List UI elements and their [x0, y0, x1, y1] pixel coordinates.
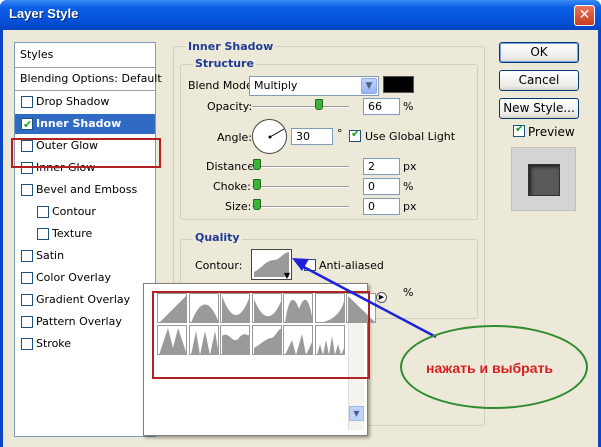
style-item[interactable]: Pattern Overlay [15, 312, 155, 332]
noise-unit: % [403, 286, 414, 299]
new-style-button[interactable]: New Style... [499, 98, 579, 119]
style-item-checkbox[interactable] [21, 338, 33, 350]
opacity-label: Opacity: [207, 100, 253, 113]
distance-label: Distance: [206, 160, 258, 173]
use-global-light-checkbox[interactable] [349, 127, 361, 142]
style-item-checkbox[interactable] [21, 184, 33, 196]
highlight-box-inner-shadow [11, 138, 161, 168]
choke-label: Choke: [213, 180, 251, 193]
style-item-label: Inner Shadow [36, 117, 122, 130]
size-input[interactable]: 0 [363, 198, 400, 215]
angle-input[interactable]: 30 [291, 128, 333, 145]
choke-slider[interactable] [252, 186, 349, 188]
preview-box [511, 147, 576, 211]
blend-mode-value: Multiply [254, 79, 298, 92]
preview-checkbox[interactable] [513, 122, 525, 137]
style-item-label: Contour [52, 205, 96, 218]
angle-dial-needle-icon [268, 128, 285, 139]
divider [15, 67, 155, 68]
scroll-down-icon[interactable]: ▼ [349, 406, 364, 421]
styles-list: Styles Blending Options: Default Drop Sh… [14, 42, 162, 437]
highlight-box-contours [152, 291, 370, 379]
opacity-slider[interactable] [252, 106, 349, 108]
preview-label: Preview [528, 125, 575, 139]
choke-input[interactable]: 0 [363, 178, 400, 195]
style-item[interactable]: Gradient Overlay [15, 290, 155, 310]
blending-options-item[interactable]: Blending Options: Default [15, 69, 162, 89]
style-item[interactable]: Bevel and Emboss [15, 180, 155, 200]
quality-title: Quality [193, 231, 242, 244]
angle-dial[interactable] [252, 119, 287, 154]
style-item[interactable]: Texture [15, 224, 155, 244]
blend-mode-label: Blend Mode: [188, 79, 257, 92]
style-item-label: Stroke [36, 337, 72, 350]
size-unit: px [403, 200, 417, 213]
style-item-checkbox[interactable] [21, 250, 33, 262]
style-item[interactable]: Contour [15, 202, 155, 222]
popup-menu-icon[interactable]: ▶ [376, 292, 387, 303]
style-item-label: Color Overlay [36, 271, 111, 284]
size-slider[interactable] [252, 206, 349, 208]
blend-color-swatch[interactable] [383, 76, 414, 93]
blend-mode-select[interactable]: Multiply ▼ [249, 76, 379, 96]
choke-slider-thumb[interactable] [253, 179, 261, 190]
style-item-label: Texture [52, 227, 93, 240]
style-item[interactable]: Satin [15, 246, 155, 266]
distance-slider-thumb[interactable] [253, 159, 261, 170]
cancel-button[interactable]: Cancel [499, 70, 579, 91]
layer-style-window: Layer Style ✕ Styles Blending Options: D… [0, 0, 601, 447]
size-slider-thumb[interactable] [253, 199, 261, 210]
inner-shadow-title: Inner Shadow [186, 40, 276, 53]
size-label: Size: [225, 200, 252, 213]
ok-button[interactable]: OK [499, 42, 579, 63]
style-item[interactable]: Inner Shadow [15, 114, 155, 135]
style-item-checkbox[interactable] [37, 228, 49, 240]
contour-label: Contour: [195, 259, 243, 272]
opacity-slider-thumb[interactable] [315, 99, 323, 110]
title-bar[interactable]: Layer Style ✕ [0, 0, 601, 30]
close-icon: ✕ [578, 7, 591, 23]
style-item[interactable]: Drop Shadow [15, 92, 155, 112]
style-item-checkbox[interactable] [37, 206, 49, 218]
styles-header[interactable]: Styles [15, 45, 155, 65]
distance-slider[interactable] [252, 166, 349, 168]
style-item-label: Satin [36, 249, 65, 262]
style-item-checkbox[interactable] [21, 316, 33, 328]
opacity-unit: % [403, 100, 414, 113]
window-title: Layer Style [9, 6, 79, 21]
choke-unit: % [403, 180, 414, 193]
style-item-checkbox[interactable] [21, 272, 33, 284]
distance-input[interactable]: 2 [363, 158, 400, 175]
contour-picker[interactable]: ▼ [251, 249, 292, 280]
anti-aliased-label: Anti-aliased [319, 259, 384, 272]
angle-label: Angle: [217, 131, 253, 144]
use-global-light-label: Use Global Light [365, 130, 456, 143]
angle-unit: ° [337, 127, 343, 140]
style-item[interactable]: Stroke [15, 334, 155, 354]
style-item-checkbox[interactable] [21, 96, 33, 108]
close-button[interactable]: ✕ [574, 5, 595, 26]
chevron-down-icon[interactable]: ▼ [361, 78, 377, 94]
style-item-checkbox[interactable] [21, 294, 33, 306]
style-item-label: Gradient Overlay [36, 293, 131, 306]
style-item-checkbox[interactable] [21, 115, 33, 135]
style-item-label: Bevel and Emboss [36, 183, 138, 196]
divider [15, 90, 155, 91]
structure-title: Structure [193, 57, 256, 70]
anti-aliased-checkbox[interactable] [304, 259, 316, 271]
style-item-label: Pattern Overlay [36, 315, 122, 328]
contour-dropdown-icon[interactable]: ▼ [284, 271, 290, 280]
opacity-input[interactable]: 66 [363, 98, 400, 115]
annotation-text: нажать и выбрать [426, 360, 553, 376]
preview-swatch [528, 164, 560, 196]
style-item[interactable]: Color Overlay [15, 268, 155, 288]
distance-unit: px [403, 160, 417, 173]
style-item-label: Drop Shadow [36, 95, 110, 108]
